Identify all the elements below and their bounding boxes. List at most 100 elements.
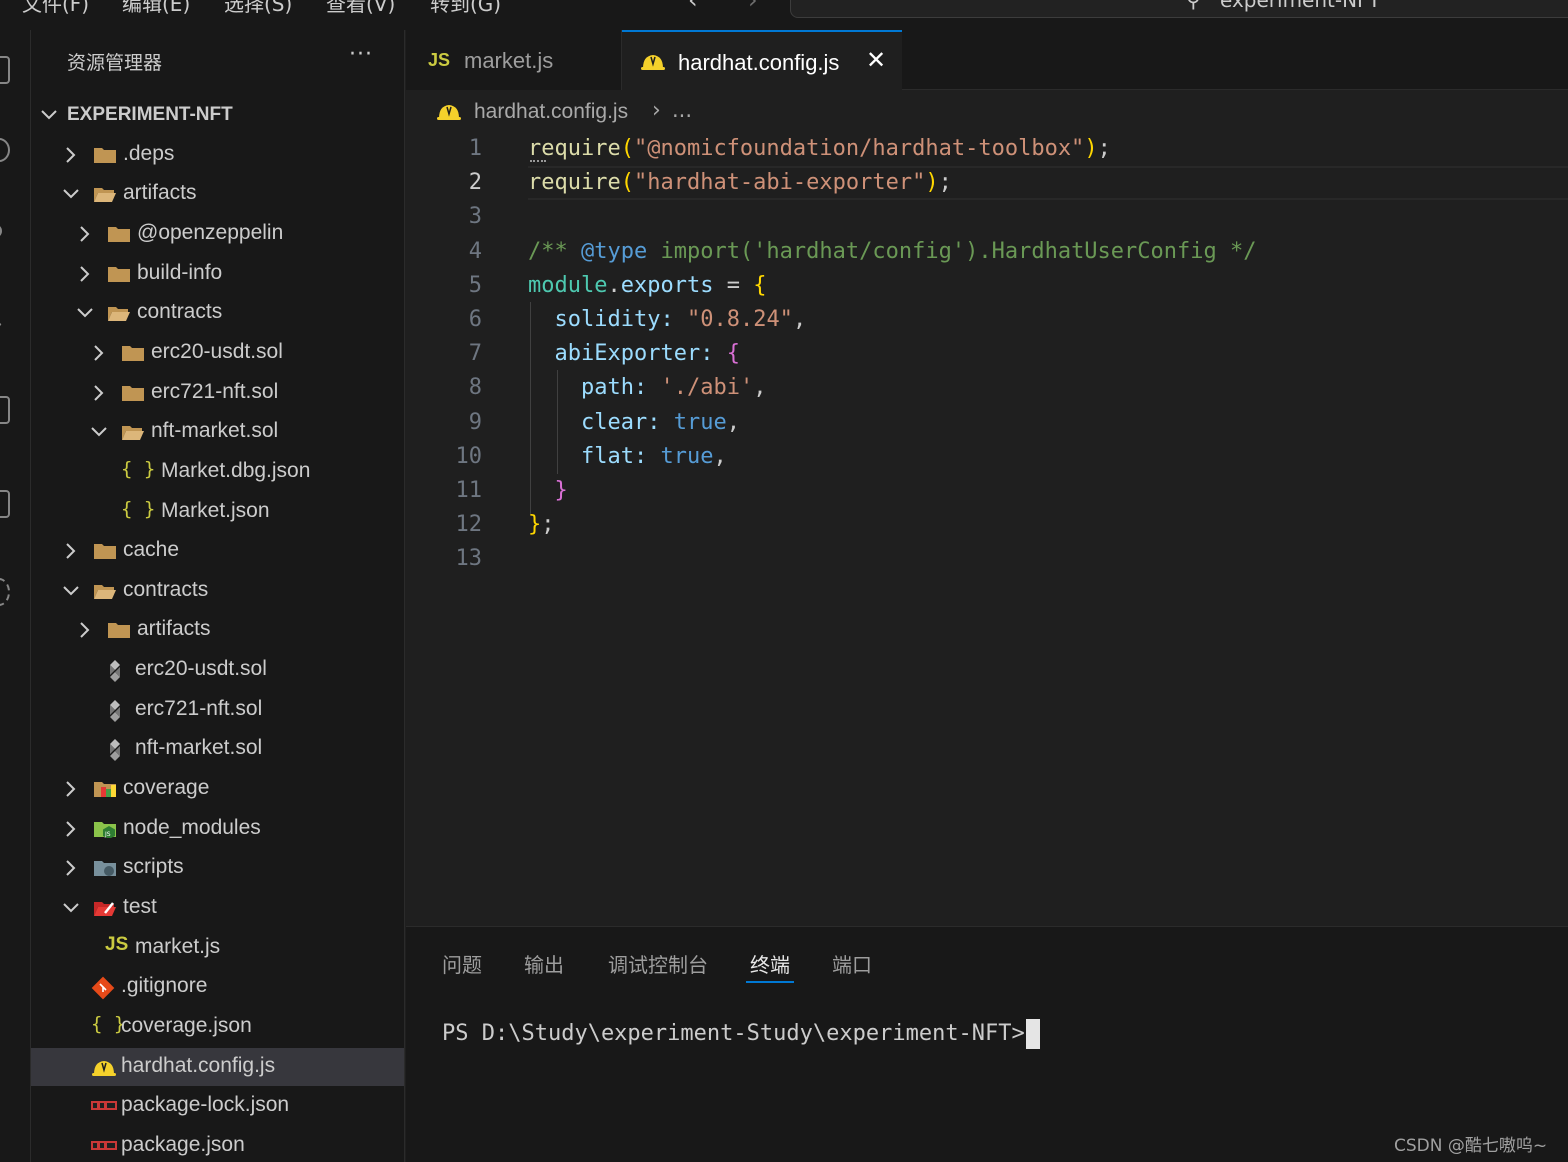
menu-edit[interactable]: 编辑(E) <box>122 0 190 17</box>
line-number: 9 <box>468 409 482 435</box>
tree-folder[interactable]: artifacts <box>31 175 404 213</box>
folder-scripts-icon <box>93 857 119 879</box>
line-number: 6 <box>468 307 482 332</box>
tree-file[interactable]: hardhat.config.js <box>31 1047 404 1086</box>
menu-selection[interactable]: 选择(S) <box>224 0 292 17</box>
tree-folder[interactable]: build-info <box>31 255 404 293</box>
command-center-text[interactable]: experiment-NFT <box>1220 0 1380 12</box>
npm-icon <box>91 1095 117 1117</box>
code-line[interactable]: solidity: "0.8.24", <box>528 307 807 332</box>
npm-icon <box>91 1135 117 1157</box>
tree-file[interactable]: { } coverage.json <box>31 1008 404 1046</box>
hardhat-icon <box>437 105 461 120</box>
json-icon: { } <box>121 457 156 480</box>
tree-folder[interactable]: nft-market.sol <box>31 413 404 451</box>
panel-tab-problems[interactable]: 问题 <box>442 949 482 978</box>
code-line[interactable]: module.exports = { <box>528 273 766 298</box>
tree-folder[interactable]: erc20-usdt.sol <box>31 334 404 372</box>
tree-folder[interactable]: test <box>31 889 404 927</box>
chevron-down-icon <box>61 581 81 601</box>
folder-icon <box>107 223 133 245</box>
code-line[interactable]: } <box>528 478 568 503</box>
tab-market-js[interactable]: JS market.js <box>406 30 622 90</box>
menu-view[interactable]: 查看(V) <box>326 0 395 17</box>
line-number: 7 <box>468 341 482 367</box>
arrow-right-icon[interactable]: › <box>748 0 758 14</box>
svg-text:JS: JS <box>104 831 111 838</box>
menu-go[interactable]: 转到(G) <box>430 0 501 17</box>
tree-folder[interactable]: erc721-nft.sol <box>31 374 404 412</box>
tree-folder[interactable]: scripts <box>31 849 404 887</box>
arrow-left-icon[interactable]: ‹ <box>688 0 698 14</box>
line-number: 10 <box>455 443 483 469</box>
tree-folder[interactable]: JS node_modules <box>31 810 404 848</box>
tree-file[interactable]: package.json <box>31 1127 404 1162</box>
tab-hardhat-config[interactable]: hardhat.config.js ✕ <box>622 30 902 90</box>
breadcrumb: hardhat.config.js › ... <box>406 90 1568 132</box>
panel-tab-ports[interactable]: 端口 <box>832 949 872 978</box>
chevron-right-icon <box>61 145 81 165</box>
tree-item-label: artifacts <box>123 181 197 205</box>
code-line[interactable]: require("hardhat-abi-exporter"); <box>528 170 952 195</box>
tree-folder[interactable]: artifacts <box>31 611 404 649</box>
breadcrumb-file[interactable]: hardhat.config.js <box>474 100 628 124</box>
tree-item-label: contracts <box>123 577 209 601</box>
tree-folder[interactable]: contracts <box>31 294 404 332</box>
panel-tab-debug-console[interactable]: 调试控制台 <box>608 949 708 978</box>
tree-folder[interactable]: .deps <box>31 136 404 174</box>
more-actions-icon[interactable]: ··· <box>349 42 373 67</box>
tree-item-label: cache <box>123 538 180 562</box>
line-number: 8 <box>468 375 482 401</box>
search-icon: ⚲ <box>1186 0 1201 12</box>
code-line[interactable]: flat: true, <box>528 444 727 469</box>
tree-folder[interactable]: coverage <box>31 770 404 808</box>
panel-tab-terminal[interactable]: 终端 <box>750 949 790 978</box>
testing-icon[interactable] <box>0 490 10 518</box>
tree-root[interactable]: EXPERIMENT-NFT <box>31 96 404 134</box>
extensions-icon[interactable] <box>0 396 10 424</box>
code-line[interactable]: clear: true, <box>528 410 740 435</box>
tree-file[interactable]: JS market.js <box>31 929 404 967</box>
settings-gear-icon[interactable] <box>0 578 10 606</box>
solidity-icon <box>105 659 131 683</box>
code-line[interactable]: }; <box>528 512 555 537</box>
chevron-down-icon <box>61 184 81 204</box>
run-debug-icon[interactable]: › <box>0 312 16 340</box>
code-editor[interactable]: 1 2 3 4 5 6 7 8 9 10 11 12 13 require("@nomicfoundat… <box>406 132 1568 926</box>
source-control-icon[interactable] <box>0 224 2 238</box>
code-line[interactable]: require("@nomicfoundation/hardhat-toolbo… <box>528 136 1111 161</box>
line-number: 12 <box>455 512 483 538</box>
tree-file[interactable]: erc20-usdt.sol <box>31 651 404 689</box>
breadcrumb-symbols[interactable]: ... <box>672 98 692 122</box>
tree-folder[interactable]: @openzeppelin <box>31 215 404 253</box>
tree-file[interactable]: .gitignore <box>31 968 404 1006</box>
editor-tab-bar: JS market.js hardhat.config.js ✕ <box>406 30 1568 90</box>
tree-file[interactable]: { } Market.dbg.json <box>31 453 404 491</box>
panel-tab-output[interactable]: 输出 <box>524 949 564 978</box>
folder-icon <box>107 619 133 641</box>
tree-item-label: Market.json <box>161 498 270 522</box>
sidebar-title: 资源管理器 <box>67 52 163 74</box>
solidity-icon <box>105 738 131 762</box>
folder-icon <box>121 421 147 443</box>
folder-icon <box>93 580 119 602</box>
code-line[interactable]: /** @type import('hardhat/config').Hardh… <box>528 239 1257 264</box>
tree-file[interactable]: package-lock.json <box>31 1087 404 1125</box>
terminal-prompt[interactable]: PS D:\Study\experiment-Study\experiment-… <box>442 1021 1038 1046</box>
tree-item-label: .deps <box>123 141 175 165</box>
tree-file[interactable]: { } Market.json <box>31 493 404 531</box>
command-center[interactable] <box>790 0 1568 18</box>
tree-file[interactable]: erc721-nft.sol <box>31 691 404 729</box>
close-icon[interactable]: ✕ <box>866 46 886 74</box>
tree-item-label: erc20-usdt.sol <box>135 657 267 681</box>
explorer-icon[interactable] <box>0 56 10 84</box>
menu-file[interactable]: 文件(F) <box>22 0 89 17</box>
tree-item-label: scripts <box>123 855 184 879</box>
folder-icon <box>121 382 147 404</box>
tree-file[interactable]: nft-market.sol <box>31 730 404 768</box>
code-line[interactable]: abiExporter: { <box>528 341 740 366</box>
search-view-icon[interactable] <box>0 138 10 162</box>
tree-folder[interactable]: cache <box>31 532 404 570</box>
code-line[interactable]: path: './abi', <box>528 375 766 400</box>
tree-folder[interactable]: contracts <box>31 572 404 610</box>
